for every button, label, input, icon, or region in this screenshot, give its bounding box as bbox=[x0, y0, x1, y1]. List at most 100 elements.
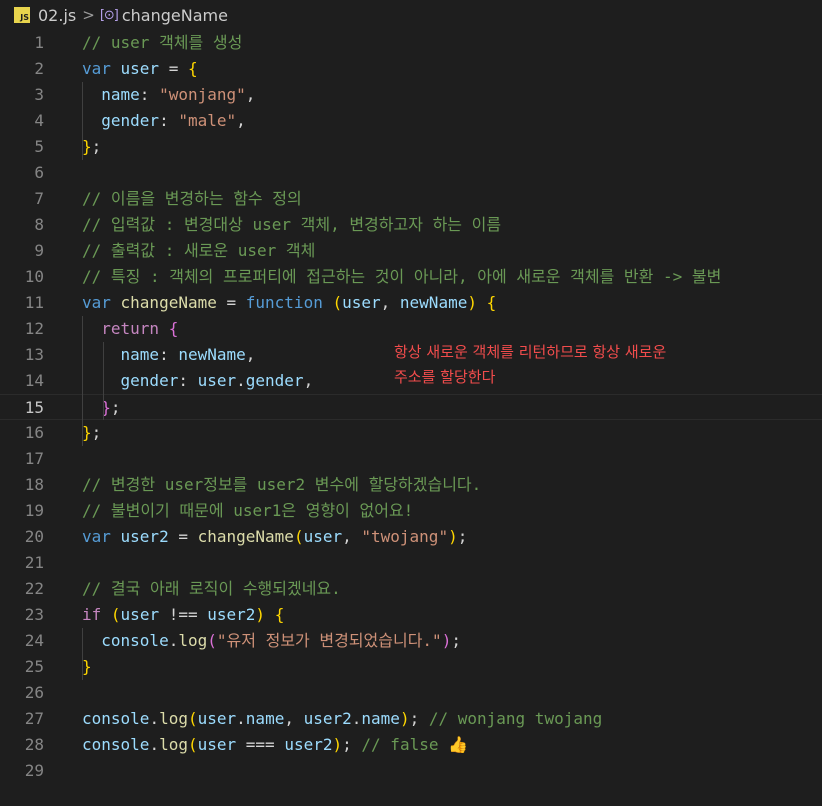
code-line[interactable]: 1 // user 객체를 생성 bbox=[0, 30, 822, 56]
line-number: 5 bbox=[34, 137, 44, 156]
code-text: var user2 = changeName(user, "twojang"); bbox=[82, 524, 467, 550]
code-line[interactable]: 28 console.log(user === user2); // false … bbox=[0, 732, 822, 758]
code-token: // 불변이기 때문에 user1은 영향이 없어요! bbox=[82, 501, 414, 520]
code-line[interactable]: 11 var changeName = function (user, newNa… bbox=[0, 290, 822, 316]
code-token: . bbox=[168, 631, 179, 650]
code-token: : bbox=[159, 111, 179, 130]
line-number: 8 bbox=[34, 215, 44, 234]
code-line[interactable]: 29 bbox=[0, 758, 822, 784]
code-line[interactable]: 15 }; bbox=[0, 394, 822, 420]
code-token: { bbox=[168, 319, 179, 338]
code-line[interactable]: 16}; bbox=[0, 420, 822, 446]
code-line[interactable]: 21 bbox=[0, 550, 822, 576]
code-token: , bbox=[245, 85, 256, 104]
code-line[interactable]: 27 console.log(user.name, user2.name); //… bbox=[0, 706, 822, 732]
code-token: // 이름을 변경하는 함수 정의 bbox=[82, 189, 302, 208]
code-text: return { bbox=[82, 316, 178, 342]
code-token: , bbox=[245, 345, 256, 364]
code-token: = bbox=[216, 293, 246, 312]
code-token: // 특징 : 객체의 프로퍼티에 접근하는 것이 아니라, 아에 새로운 객체… bbox=[82, 267, 722, 286]
code-text: // 이름을 변경하는 함수 정의 bbox=[82, 186, 302, 212]
code-annotation: 항상 새로운 객체를 리턴하므로 항상 새로운 주소를 할당한다 bbox=[394, 340, 734, 390]
code-line[interactable]: 5}; bbox=[0, 134, 822, 160]
code-line[interactable]: 20 var user2 = changeName(user, "twojang"… bbox=[0, 524, 822, 550]
code-line[interactable]: 2 var user = { bbox=[0, 56, 822, 82]
code-token: : bbox=[178, 371, 198, 390]
code-token: ) bbox=[255, 605, 266, 624]
code-token: var bbox=[82, 293, 121, 312]
code-token: . bbox=[236, 709, 246, 728]
line-number: 19 bbox=[24, 501, 44, 520]
code-line[interactable]: 19 // 불변이기 때문에 user1은 영향이 없어요! bbox=[0, 498, 822, 524]
code-line[interactable]: 7 // 이름을 변경하는 함수 정의 bbox=[0, 186, 822, 212]
line-number: 28 bbox=[24, 735, 44, 754]
code-token: console bbox=[82, 709, 150, 728]
indent-guide bbox=[102, 342, 104, 420]
breadcrumb-symbol[interactable]: changeName bbox=[122, 6, 228, 25]
code-line[interactable]: 25} bbox=[0, 654, 822, 680]
line-number: 11 bbox=[24, 293, 44, 312]
code-line[interactable]: 24 console.log("유저 정보가 변경되었습니다."); bbox=[0, 628, 822, 654]
code-token: user2 bbox=[120, 527, 169, 546]
indent-guide bbox=[82, 628, 83, 680]
code-token: , bbox=[303, 371, 314, 390]
line-number: 18 bbox=[24, 475, 44, 494]
code-editor[interactable]: 1// user 객체를 생성 2 var user = {3 name: "won… bbox=[0, 30, 822, 806]
code-line[interactable]: 26 bbox=[0, 680, 822, 706]
code-line[interactable]: 9 // 출력값 : 새로운 user 객체 bbox=[0, 238, 822, 264]
code-token: // 출력값 : 새로운 user 객체 bbox=[82, 241, 316, 260]
code-line[interactable]: 6 bbox=[0, 160, 822, 186]
code-token: var bbox=[82, 527, 121, 546]
indent-guide bbox=[82, 316, 83, 446]
code-text: var changeName = function (user, newName… bbox=[82, 290, 496, 316]
line-number: 27 bbox=[24, 709, 44, 728]
code-token: "male" bbox=[178, 111, 237, 130]
code-text: name: newName, bbox=[82, 342, 256, 368]
code-line[interactable]: 18 // 변경한 user정보를 user2 변수에 할당하겠습니다. bbox=[0, 472, 822, 498]
code-text: console.log(user === user2); // false 👍 bbox=[82, 732, 468, 758]
code-text: // 불변이기 때문에 user1은 영향이 없어요! bbox=[82, 498, 413, 524]
code-line[interactable]: 3 name: "wonjang", bbox=[0, 82, 822, 108]
code-token: if bbox=[82, 605, 102, 624]
code-token: . bbox=[149, 709, 160, 728]
code-token: , bbox=[284, 709, 304, 728]
code-line[interactable]: 4 gender: "male", bbox=[0, 108, 822, 134]
code-token: "유저 정보가 변경되었습니다." bbox=[216, 631, 442, 650]
code-token: ; bbox=[91, 423, 102, 442]
code-token: } bbox=[82, 398, 111, 417]
code-token: ) bbox=[332, 735, 343, 754]
code-token: , bbox=[380, 293, 400, 312]
code-token: newName bbox=[178, 345, 246, 364]
code-token: ; bbox=[457, 527, 468, 546]
code-token: user2 bbox=[284, 735, 333, 754]
code-token: : bbox=[139, 85, 160, 104]
code-token: "twojang" bbox=[361, 527, 449, 546]
code-token: // wonjang twojang bbox=[428, 709, 603, 728]
code-text: console.log("유저 정보가 변경되었습니다."); bbox=[82, 628, 461, 654]
code-text: // 변경한 user정보를 user2 변수에 할당하겠습니다. bbox=[82, 472, 481, 498]
code-token: changeName bbox=[120, 293, 217, 312]
code-text: console.log(user.name, user2.name); // w… bbox=[82, 706, 602, 732]
code-line[interactable]: 10 // 특징 : 객체의 프로퍼티에 접근하는 것이 아니라, 아에 새로운 … bbox=[0, 264, 822, 290]
code-line[interactable]: 23 if (user !== user2) { bbox=[0, 602, 822, 628]
breadcrumb-file[interactable]: 02.js bbox=[38, 6, 76, 25]
code-token: name bbox=[245, 709, 285, 728]
code-line[interactable]: 17 bbox=[0, 446, 822, 472]
code-token: } bbox=[82, 423, 92, 442]
code-token: // 결국 아래 로직이 수행되겠네요. bbox=[82, 579, 341, 598]
code-text: // 입력값 : 변경대상 user 객체, 변경하고자 하는 이름 bbox=[82, 212, 501, 238]
code-text: var user = { bbox=[82, 56, 198, 82]
code-line[interactable]: 8 // 입력값 : 변경대상 user 객체, 변경하고자 하는 이름 bbox=[0, 212, 822, 238]
code-token: name bbox=[82, 345, 160, 364]
code-line[interactable]: 22 // 결국 아래 로직이 수행되겠네요. bbox=[0, 576, 822, 602]
code-text: }; bbox=[82, 134, 101, 160]
indent-guide bbox=[82, 82, 83, 160]
line-number: 9 bbox=[34, 241, 44, 260]
code-token: console bbox=[82, 631, 169, 650]
code-line[interactable]: 12 return { bbox=[0, 316, 822, 342]
line-number: 29 bbox=[24, 761, 44, 780]
code-token: ( bbox=[293, 527, 304, 546]
code-text: } bbox=[82, 654, 92, 680]
